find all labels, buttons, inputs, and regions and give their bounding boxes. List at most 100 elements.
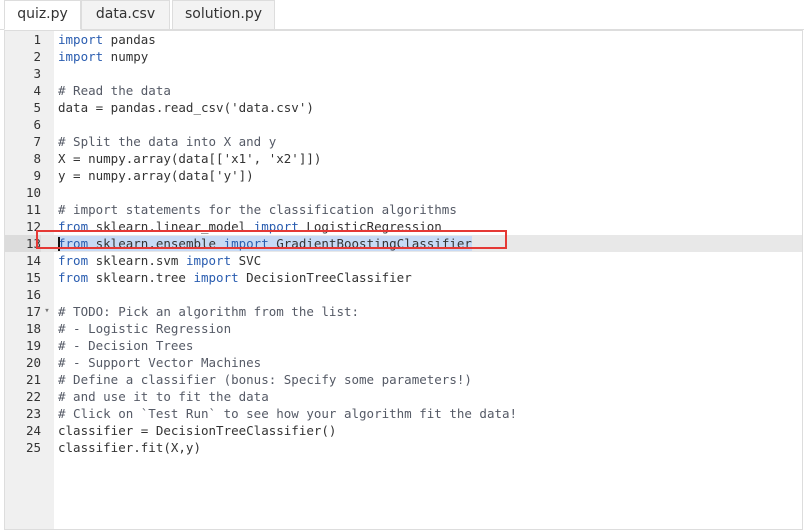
code-line[interactable]: 4 # Read the data xyxy=(5,82,802,99)
code-token: DecisionTreeClassifier xyxy=(238,270,412,285)
tab-data-csv[interactable]: data.csv xyxy=(81,0,170,29)
code-line[interactable]: 15 from sklearn.tree import DecisionTreeC… xyxy=(5,269,802,286)
code-lines: 1 import pandas 2 import numpy 3 4 # Read the … xyxy=(5,31,802,456)
line-number: 8 xyxy=(33,151,41,166)
keyword-token: import xyxy=(185,253,232,268)
tab-quiz-py[interactable]: quiz.py xyxy=(4,0,81,30)
code-token: pandas xyxy=(103,32,156,47)
line-code: # Define a classifier (bonus: Specify so… xyxy=(58,371,472,388)
code-token: classifier = DecisionTreeClassifier() xyxy=(58,423,337,438)
fold-toggle-icon[interactable]: ▾ xyxy=(42,303,52,320)
code-line[interactable]: 9 y = numpy.array(data['y']) xyxy=(5,167,802,184)
line-code: # Click on `Test Run` to see how your al… xyxy=(58,405,517,422)
code-line[interactable]: 22 # and use it to fit the data xyxy=(5,388,802,405)
line-number: 4 xyxy=(33,83,41,98)
line-number: 19 xyxy=(25,338,41,353)
keyword-token: from xyxy=(58,219,89,234)
keyword-token: import xyxy=(58,32,104,47)
code-line[interactable]: 16 xyxy=(5,286,802,303)
code-token: sklearn.ensemble xyxy=(88,236,224,251)
code-token: X = numpy.array(data[['x1', 'x2']]) xyxy=(58,151,322,166)
line-code: # - Logistic Regression xyxy=(58,320,231,337)
code-token: GradientBoostingClassifier xyxy=(268,236,472,251)
line-number: 17 xyxy=(25,304,41,319)
code-token: SVC xyxy=(231,253,262,268)
code-line[interactable]: 19 # - Decision Trees xyxy=(5,337,802,354)
code-line[interactable]: 25 classifier.fit(X,y) xyxy=(5,439,802,456)
code-line[interactable]: 3 xyxy=(5,65,802,82)
line-code: from sklearn.ensemble import GradientBoo… xyxy=(58,235,472,252)
code-line[interactable]: 21 # Define a classifier (bonus: Specify … xyxy=(5,371,802,388)
code-line[interactable]: 23 # Click on `Test Run` to see how your … xyxy=(5,405,802,422)
code-token: data = pandas.read_csv('data.csv') xyxy=(58,100,314,115)
comment-token: # - Support Vector Machines xyxy=(58,355,262,370)
line-code: data = pandas.read_csv('data.csv') xyxy=(58,99,314,116)
keyword-token: from xyxy=(58,270,89,285)
code-line[interactable]: 5 data = pandas.read_csv('data.csv') xyxy=(5,99,802,116)
line-code: # - Decision Trees xyxy=(58,337,193,354)
code-token: y = numpy.array(data['y']) xyxy=(58,168,254,183)
code-line[interactable]: 8 X = numpy.array(data[['x1', 'x2']]) xyxy=(5,150,802,167)
keyword-token: from xyxy=(58,236,89,251)
comment-token: # Click on `Test Run` to see how your al… xyxy=(58,406,518,421)
code-token: classifier.fit(X,y) xyxy=(58,440,201,455)
line-number: 23 xyxy=(25,406,41,421)
line-code: # Split the data into X and y xyxy=(58,133,276,150)
line-number: 20 xyxy=(25,355,41,370)
line-number: 12 xyxy=(25,219,41,234)
line-number: 18 xyxy=(25,321,41,336)
tab-solution-py[interactable]: solution.py xyxy=(172,0,275,29)
line-code: from sklearn.tree import DecisionTreeCla… xyxy=(58,269,412,286)
code-line[interactable]: 14 from sklearn.svm import SVC xyxy=(5,252,802,269)
code-line[interactable]: 6 xyxy=(5,116,802,133)
line-code: from sklearn.svm import SVC xyxy=(58,252,261,269)
code-line[interactable]: 17 ▾ # TODO: Pick an algorithm from the li… xyxy=(5,303,802,320)
line-code: # import statements for the classificati… xyxy=(58,201,457,218)
line-number: 22 xyxy=(25,389,41,404)
comment-token: # Define a classifier (bonus: Specify so… xyxy=(58,372,472,387)
line-number: 1 xyxy=(33,32,41,47)
line-number: 3 xyxy=(33,66,41,81)
code-line[interactable]: 2 import numpy xyxy=(5,48,802,65)
line-code: X = numpy.array(data[['x1', 'x2']]) xyxy=(58,150,321,167)
comment-token: # Split the data into X and y xyxy=(58,134,277,149)
code-line[interactable]: 7 # Split the data into X and y xyxy=(5,133,802,150)
line-number: 7 xyxy=(33,134,41,149)
code-line[interactable]: 12 from sklearn.linear_model import Logis… xyxy=(5,218,802,235)
line-number: 5 xyxy=(33,100,41,115)
file-tab-bar: quiz.py data.csv solution.py xyxy=(0,0,804,30)
code-token: numpy xyxy=(103,49,149,64)
line-number: 2 xyxy=(33,49,41,64)
comment-token: # and use it to fit the data xyxy=(58,389,269,404)
comment-token: # Read the data xyxy=(58,83,171,98)
code-token: sklearn.tree xyxy=(88,270,194,285)
code-token: sklearn.linear_model xyxy=(88,219,254,234)
code-line[interactable]: 13 from sklearn.ensemble import GradientB… xyxy=(5,235,802,252)
line-number: 13 xyxy=(5,235,41,252)
line-code: classifier = DecisionTreeClassifier() xyxy=(58,422,336,439)
code-line[interactable]: 24 classifier = DecisionTreeClassifier() xyxy=(5,422,802,439)
keyword-token: import xyxy=(58,49,104,64)
line-code: import pandas xyxy=(58,31,156,48)
line-code: # Read the data xyxy=(58,82,171,99)
line-number: 21 xyxy=(25,372,41,387)
comment-token: # TODO: Pick an algorithm from the list: xyxy=(58,304,360,319)
text-cursor xyxy=(58,236,60,251)
code-editor[interactable]: 1 import pandas 2 import numpy 3 4 # Read the … xyxy=(4,30,803,530)
line-number: 11 xyxy=(25,202,41,217)
code-line[interactable]: 10 xyxy=(5,184,802,201)
code-token: LogisticRegression xyxy=(298,219,442,234)
code-line[interactable]: 11 # import statements for the classifica… xyxy=(5,201,802,218)
line-code: classifier.fit(X,y) xyxy=(58,439,201,456)
line-number: 25 xyxy=(25,440,41,455)
comment-token: # - Logistic Regression xyxy=(58,321,232,336)
line-number: 15 xyxy=(25,270,41,285)
comment-token: # import statements for the classificati… xyxy=(58,202,457,217)
line-number: 16 xyxy=(25,287,41,302)
comment-token: # - Decision Trees xyxy=(58,338,194,353)
code-line[interactable]: 20 # - Support Vector Machines xyxy=(5,354,802,371)
line-code: # and use it to fit the data xyxy=(58,388,269,405)
code-line[interactable]: 18 # - Logistic Regression xyxy=(5,320,802,337)
line-code: # TODO: Pick an algorithm from the list: xyxy=(58,303,359,320)
code-line[interactable]: 1 import pandas xyxy=(5,31,802,48)
